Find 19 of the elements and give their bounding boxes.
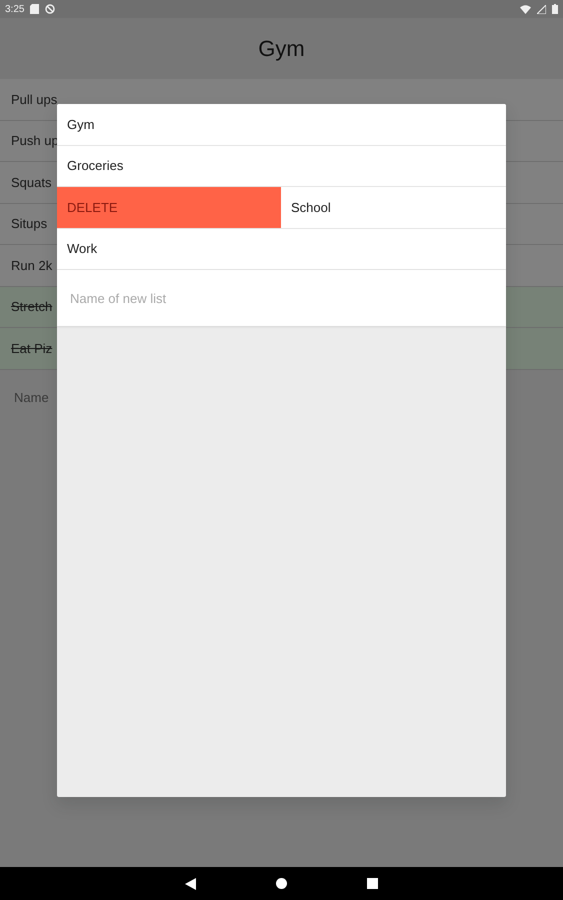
task-text: Situps <box>11 215 48 233</box>
battery-icon <box>552 4 558 14</box>
list-item[interactable]: School <box>281 187 506 228</box>
task-text: Pull ups <box>11 90 58 109</box>
task-text: Eat Piz <box>11 340 52 358</box>
task-text: Run 2k <box>11 256 52 274</box>
list-item[interactable]: Work <box>57 228 506 269</box>
wifi-icon <box>520 4 531 14</box>
blocked-icon <box>45 4 56 14</box>
list-item[interactable]: Groceries <box>57 146 506 186</box>
back-icon[interactable] <box>185 878 196 890</box>
sd-card-icon <box>30 4 40 14</box>
signal-icon <box>537 4 546 14</box>
list-item[interactable]: Gym <box>57 104 506 144</box>
home-icon[interactable] <box>276 878 287 889</box>
task-text: Stretch <box>11 298 52 316</box>
clock-time: 3:25 <box>5 2 24 16</box>
new-list-field[interactable]: Name of new list <box>57 270 506 326</box>
task-text: Squats <box>11 174 52 192</box>
